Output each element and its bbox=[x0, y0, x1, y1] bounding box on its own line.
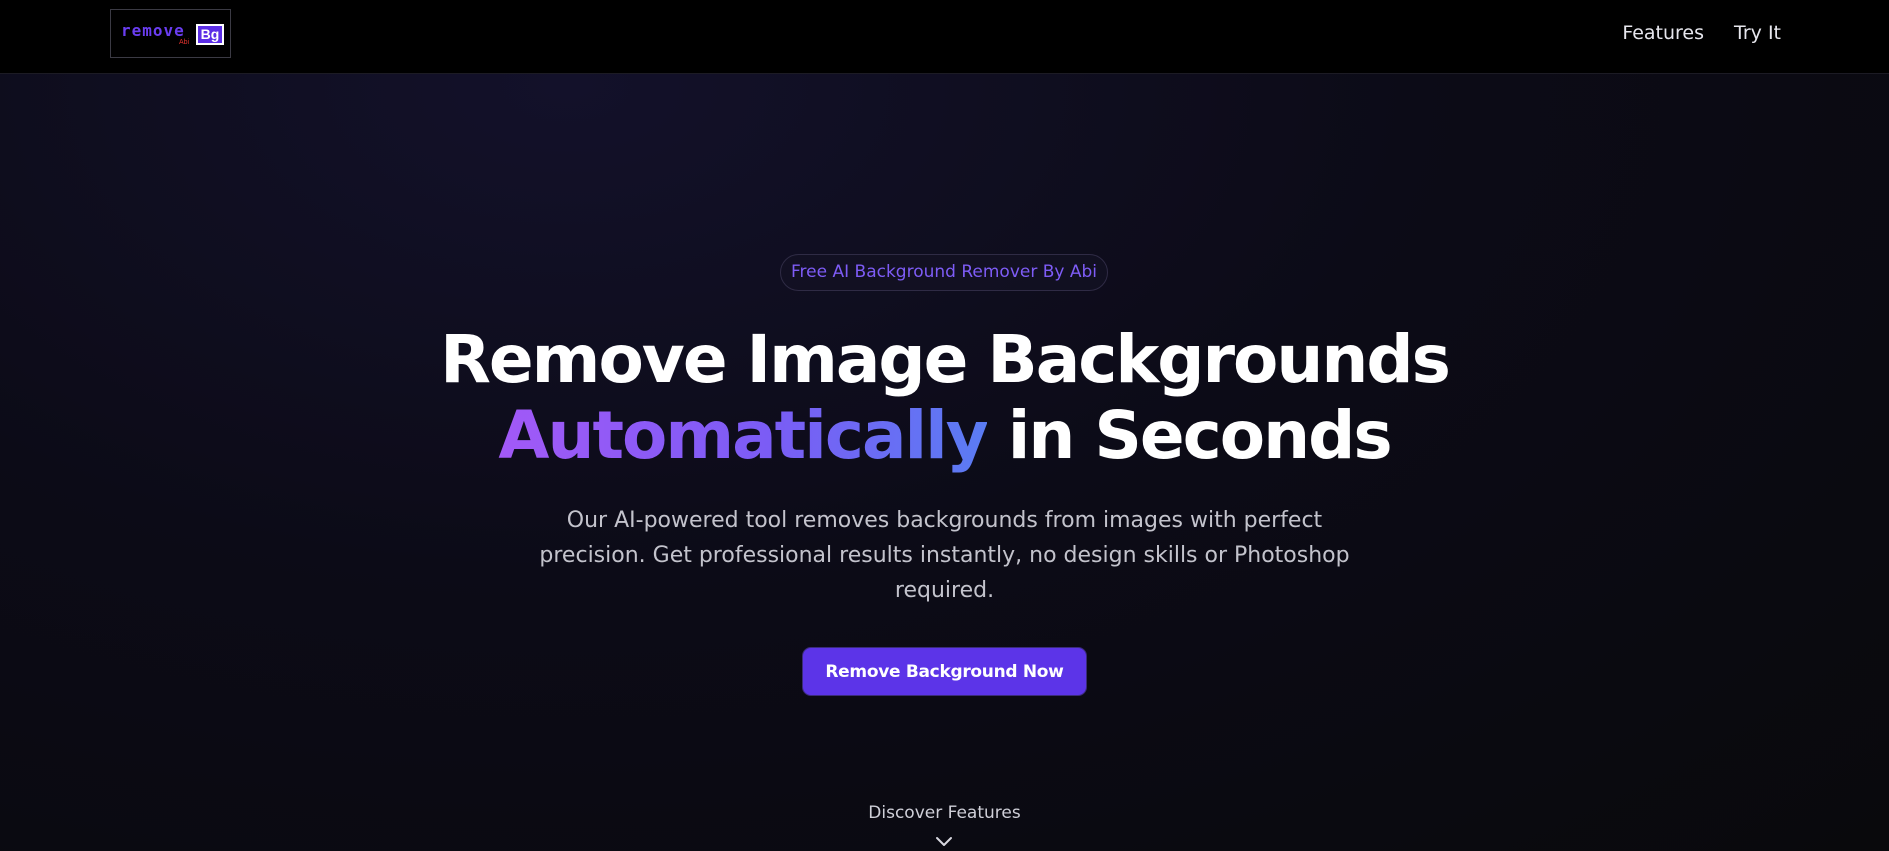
remove-background-button[interactable]: Remove Background Now bbox=[802, 647, 1087, 696]
discover-features-link[interactable]: Discover Features bbox=[0, 803, 1889, 823]
nav-link-features[interactable]: Features bbox=[1622, 22, 1704, 44]
tagline-pill: Free AI Background Remover By Abi bbox=[780, 254, 1108, 291]
logo-badge: Bg bbox=[196, 24, 224, 45]
headline-highlight: Automatically bbox=[498, 397, 988, 474]
hero-headline: Remove Image Backgrounds Automatically i… bbox=[0, 322, 1889, 474]
nav-link-try-it[interactable]: Try It bbox=[1734, 22, 1781, 44]
page: remove Abi Bg Features Try It Free AI Ba… bbox=[0, 0, 1889, 851]
headline-line-1: Remove Image Backgrounds bbox=[440, 321, 1451, 398]
nav-links: Features Try It bbox=[1622, 22, 1781, 44]
headline-rest: in Seconds bbox=[986, 397, 1393, 474]
logo-sub: Abi bbox=[179, 39, 190, 46]
logo[interactable]: remove Abi Bg bbox=[110, 9, 231, 58]
hero-description: Our AI-powered tool removes backgrounds … bbox=[539, 508, 1350, 603]
navbar: remove Abi Bg Features Try It bbox=[0, 0, 1889, 74]
chevron-down-icon[interactable] bbox=[935, 835, 953, 847]
logo-word: remove bbox=[121, 21, 185, 40]
